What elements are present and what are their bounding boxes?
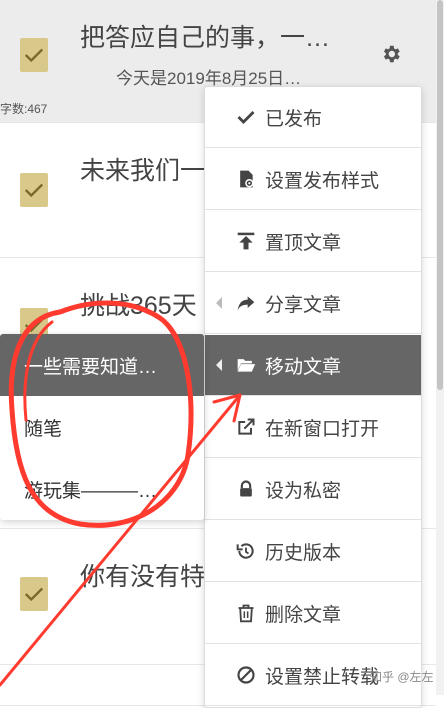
folder-item[interactable]: 随笔 [0,396,204,458]
check-icon [24,183,44,198]
file-settings-icon [233,166,259,192]
menu-item-open-new-window[interactable]: 在新窗口打开 [205,397,421,458]
menu-item-set-private[interactable]: 设为私密 [205,459,421,520]
menu-item-published[interactable]: 已发布 [205,87,421,148]
check-icon [24,48,44,63]
menu-item-pin-top[interactable]: 置顶文章 [205,211,421,272]
share-icon [233,290,259,316]
menu-item-label: 设为私密 [265,480,342,502]
article-checkbox[interactable] [20,577,48,611]
trash-icon [233,600,259,626]
menu-item-publish-style[interactable]: 设置发布样式 [205,149,421,210]
check-icon [233,104,259,130]
watermark: 知乎 @左左 [370,670,434,684]
menu-item-label: 已发布 [265,108,323,130]
menu-item-label: 历史版本 [265,542,342,564]
article-title: 未来我们一 [80,157,204,185]
menu-item-history[interactable]: 历史版本 [205,521,421,582]
article-title: 把答应自己的事，一… [80,24,331,52]
article-title: 挑战365天 [80,292,197,320]
menu-item-label: 删除文章 [265,604,342,626]
history-icon [233,538,259,564]
menu-item-label: 移动文章 [265,356,342,378]
menu-item-label: 设置禁止转载 [265,666,380,688]
ban-icon [233,662,259,688]
article-title: 你有没有特 [80,563,204,591]
menu-item-label: 置顶文章 [265,232,342,254]
scrollbar[interactable] [436,0,444,695]
folder-item[interactable]: 一些需要知道… [0,334,204,396]
lock-icon [233,476,259,502]
submenu-caret-icon [216,297,222,309]
menu-item-label: 分享文章 [265,294,342,316]
pin-top-icon [233,228,259,254]
article-context-menu: 已发布 设置发布样式 置顶文章 分享文章 移动文章 在新窗口打开 设为私密 历史… [204,86,422,708]
check-icon [24,587,44,602]
article-checkbox[interactable] [20,173,48,207]
check-icon [24,318,44,333]
move-folder-submenu: 一些需要知道… 随笔 游玩集———… [0,334,204,520]
menu-item-move[interactable]: 移动文章 [205,335,421,396]
scrollbar-thumb[interactable] [437,0,443,390]
menu-item-label: 设置发布样式 [265,170,380,192]
menu-item-label: 在新窗口打开 [265,418,380,440]
folder-item[interactable]: 游玩集———… [0,458,204,520]
folder-open-icon [233,352,259,378]
external-link-icon [233,414,259,440]
submenu-caret-icon [216,359,222,371]
menu-item-share[interactable]: 分享文章 [205,273,421,334]
menu-item-delete[interactable]: 删除文章 [205,583,421,644]
article-checkbox[interactable] [20,38,48,72]
gear-icon[interactable] [380,43,402,65]
article-word-count: 字数:467 [0,102,48,116]
